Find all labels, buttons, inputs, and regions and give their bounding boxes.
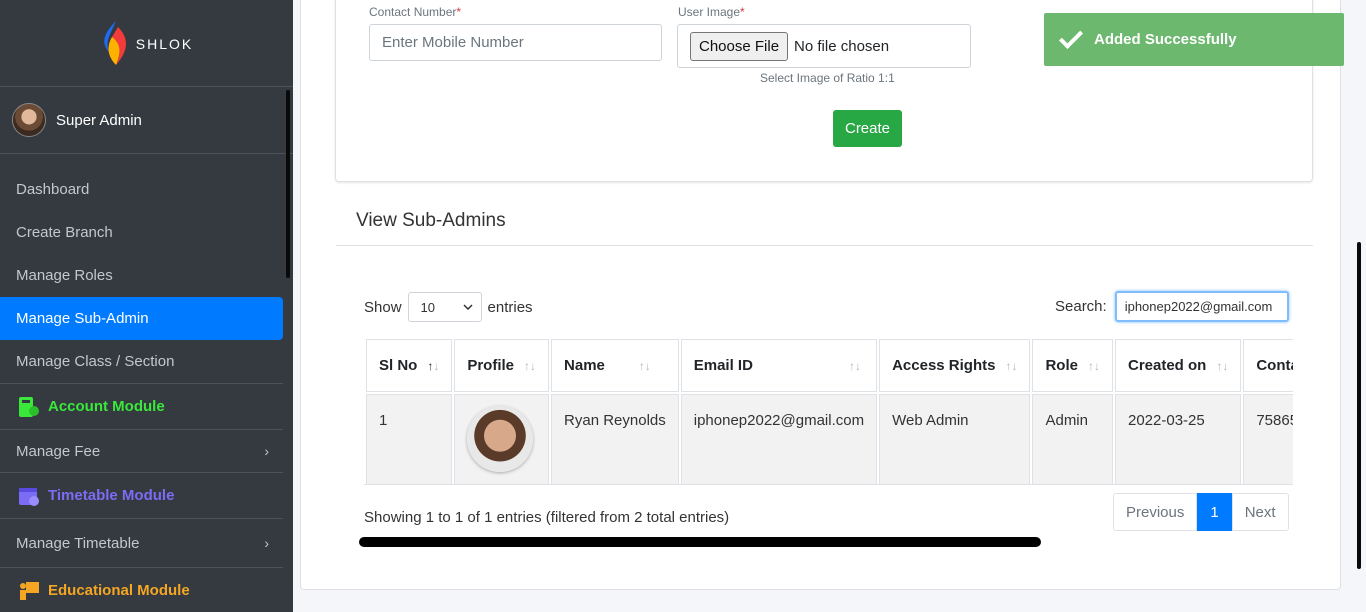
column-name[interactable]: Name ↑↓	[551, 339, 679, 392]
timetable-module-header: Timetable Module	[0, 472, 283, 519]
user-panel[interactable]: Super Admin	[0, 87, 293, 154]
contact-number-label: Contact Number*	[369, 5, 462, 19]
sort-icon: ↑↓	[524, 359, 537, 373]
table-header-row: Sl No ↑↓ Profile ↑↓ Name ↑↓ Email ID ↑↓ Acce…	[366, 339, 1293, 392]
show-label: Show	[364, 298, 402, 316]
user-image-file-input[interactable]: Choose File No file chosen	[677, 24, 971, 68]
toast-message: Added Successfully	[1094, 31, 1237, 48]
account-module-header: Account Module	[0, 383, 283, 430]
table-info: Showing 1 to 1 of 1 entries (filtered fr…	[364, 509, 730, 526]
column-email-id[interactable]: Email ID ↑↓	[680, 339, 878, 392]
column-sl-no[interactable]: Sl No ↑↓	[366, 339, 453, 392]
chevron-right-icon: ›	[264, 443, 269, 459]
show-entries: Show 10 entries	[364, 292, 533, 322]
user-name: Super Admin	[56, 111, 142, 129]
educational-module-icon	[20, 581, 39, 600]
search-value: iphonep2022@gmail.com	[1124, 299, 1273, 314]
chevron-down-icon	[463, 304, 473, 310]
page-1-button[interactable]: 1	[1197, 493, 1232, 531]
sort-icon: ↑↓	[848, 359, 861, 373]
column-role[interactable]: Role ↑↓	[1032, 339, 1113, 392]
sidebar-item-manage-sub-admin[interactable]: Manage Sub-Admin	[0, 297, 283, 340]
image-ratio-hint: Select Image of Ratio 1:1	[760, 71, 895, 85]
create-button[interactable]: Create	[833, 110, 902, 147]
divider	[336, 245, 1313, 246]
manage-fee-label: Manage Fee	[16, 442, 101, 460]
pagination: Previous 1 Next	[1113, 493, 1289, 531]
choose-file-button[interactable]: Choose File	[690, 31, 789, 61]
next-page-button[interactable]: Next	[1231, 493, 1289, 531]
file-status: No file chosen	[794, 37, 890, 55]
page-scrollbar[interactable]	[1357, 242, 1361, 569]
contact-number-placeholder: Enter Mobile Number	[382, 34, 524, 51]
table-search: Search: iphonep2022@gmail.com	[1055, 291, 1289, 322]
manage-timetable-label: Manage Timetable	[16, 534, 140, 552]
cell-name: Ryan Reynolds	[551, 394, 679, 484]
educational-module-header: Educational Module	[0, 567, 283, 612]
timetable-module-label: Timetable Module	[48, 487, 175, 504]
sidebar-item-manage-timetable[interactable]: Manage Timetable ›	[0, 519, 283, 567]
cell-role: Admin	[1032, 394, 1113, 484]
sort-icon: ↑↓	[1087, 359, 1100, 373]
column-created-on[interactable]: Created on ↑↓	[1114, 339, 1242, 392]
sidebar-item-dashboard[interactable]: Dashboard	[0, 168, 283, 211]
sidebar-item-manage-roles[interactable]: Manage Roles	[0, 254, 283, 297]
account-module-icon	[19, 396, 39, 417]
sort-icon: ↓	[433, 359, 440, 373]
contact-number-input[interactable]: Enter Mobile Number	[369, 24, 662, 61]
main-content: Contact Number* Enter Mobile Number User…	[293, 0, 1366, 612]
sub-admins-table-wrapper[interactable]: Sl No ↑↓ Profile ↑↓ Name ↑↓ Email ID ↑↓ Acce…	[364, 337, 1293, 485]
sidebar-item-manage-fee[interactable]: Manage Fee ›	[0, 430, 283, 472]
sub-admins-table: Sl No ↑↓ Profile ↑↓ Name ↑↓ Email ID ↑↓ Acce…	[364, 337, 1293, 484]
cell-sl-no: 1	[366, 394, 453, 484]
user-image-label: User Image*	[678, 5, 745, 19]
table-horizontal-scrollbar[interactable]	[359, 537, 1041, 547]
sidebar-nav: Dashboard Create Branch Manage Roles Man…	[0, 154, 293, 383]
sidebar-item-create-branch[interactable]: Create Branch	[0, 211, 283, 254]
page-size-select[interactable]: 10	[407, 292, 482, 322]
brand-name: SHLOK	[135, 36, 194, 52]
profile-photo	[467, 406, 534, 472]
cell-profile	[454, 394, 550, 484]
account-module-label: Account Module	[48, 398, 165, 415]
chevron-right-icon: ›	[264, 535, 269, 551]
column-profile[interactable]: Profile ↑↓	[454, 339, 550, 392]
cell-contact: 7586541221	[1243, 394, 1293, 484]
timetable-module-icon	[19, 487, 39, 506]
cell-email: iphonep2022@gmail.com	[680, 394, 878, 484]
educational-module-label: Educational Module	[48, 582, 190, 599]
column-access-rights[interactable]: Access Rights ↑↓	[879, 339, 1031, 392]
table-row: 1 Ryan Reynolds iphonep2022@gmail.com We…	[366, 394, 1293, 484]
user-avatar	[12, 103, 46, 137]
checkmark-icon	[1058, 24, 1084, 49]
view-sub-admins-title: View Sub-Admins	[356, 210, 506, 231]
brand[interactable]: SHLOK	[0, 0, 293, 87]
previous-page-button[interactable]: Previous	[1113, 493, 1198, 531]
column-contact[interactable]: Contact↑↓	[1243, 339, 1293, 392]
search-label: Search:	[1055, 298, 1107, 315]
cell-access-rights: Web Admin	[879, 394, 1031, 484]
success-toast[interactable]: Added Successfully	[1044, 13, 1344, 66]
sidebar: SHLOK Super Admin Dashboard Create Branc…	[0, 0, 293, 612]
sort-icon: ↑↓	[1216, 359, 1229, 373]
sort-icon: ↑↓	[1005, 359, 1018, 373]
page-size-value: 10	[420, 299, 435, 315]
entries-label: entries	[487, 298, 533, 316]
cell-created-on: 2022-03-25	[1114, 394, 1242, 484]
sidebar-scrollbar[interactable]	[286, 90, 290, 278]
search-input[interactable]: iphonep2022@gmail.com	[1114, 291, 1289, 322]
sort-icon: ↑↓	[638, 359, 651, 373]
sidebar-item-manage-class-section[interactable]: Manage Class / Section	[0, 340, 283, 383]
shlok-logo-icon	[104, 21, 126, 65]
